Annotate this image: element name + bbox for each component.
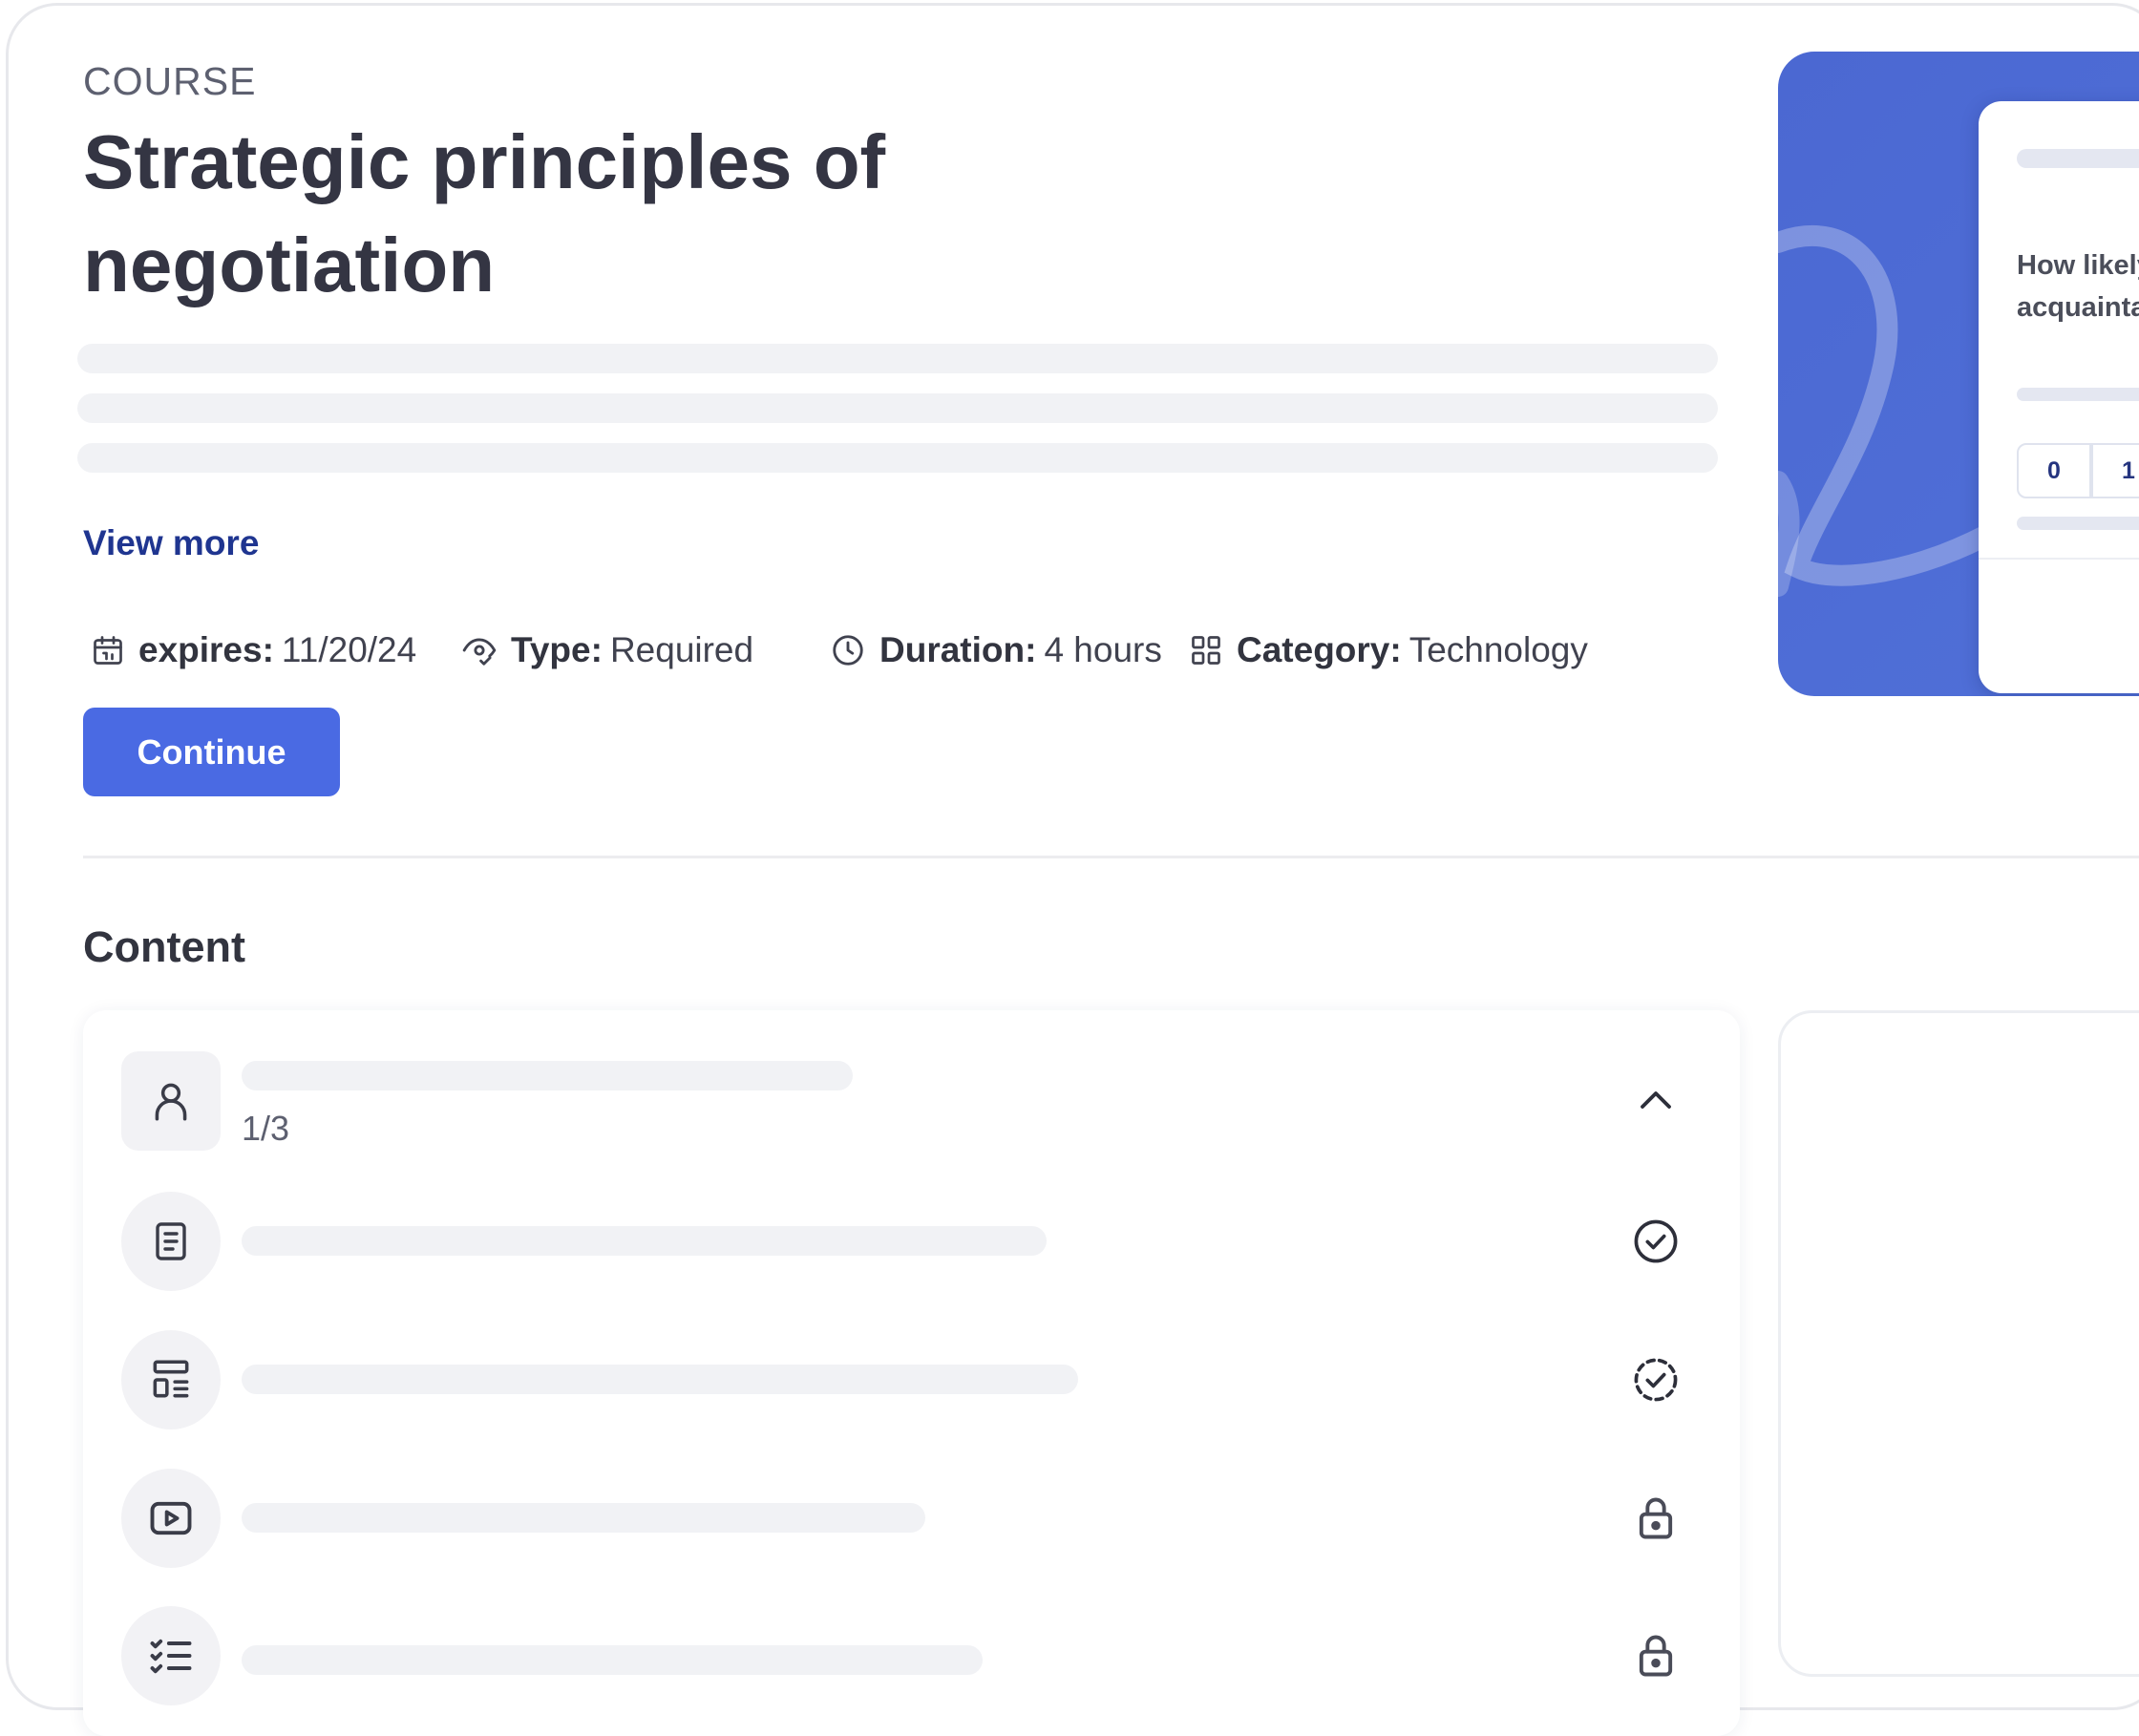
preview-skeleton-bar — [2017, 388, 2139, 401]
document-icon — [156, 1222, 186, 1260]
view-more-link[interactable]: View more — [83, 523, 259, 563]
item-status — [1631, 1631, 1681, 1681]
item-icon — [121, 1192, 221, 1291]
meta-type-label: Type: — [511, 630, 603, 669]
rating-option: 1 — [2091, 443, 2139, 498]
item-icon — [121, 1606, 221, 1705]
module-progress: 1/3 — [242, 1109, 290, 1148]
content-item[interactable] — [121, 1469, 1702, 1568]
content-item[interactable] — [121, 1330, 1702, 1429]
meta-type: Type: Required — [461, 626, 753, 674]
course-title: Strategic principles of negotiation — [83, 119, 886, 307]
survey-preview-card: How likely acquainta 0 1 — [1979, 101, 2139, 693]
meta-category-label: Category: — [1237, 630, 1402, 669]
item-status — [1631, 1355, 1681, 1405]
grid-icon — [1192, 636, 1220, 665]
calendar-icon — [94, 636, 122, 665]
check-circle-icon — [1634, 1219, 1678, 1263]
description-skeleton-line — [77, 443, 1718, 473]
survey-question-text: How likely acquainta — [2017, 250, 2139, 323]
page-frame: COURSE Strategic principles of negotiati… — [6, 3, 2139, 1736]
item-title-skeleton — [242, 1503, 925, 1533]
meta-expires-value: 11/20/24 — [281, 630, 417, 669]
preview-divider — [1979, 558, 2139, 560]
lock-icon — [1639, 1635, 1673, 1677]
meta-duration: Duration: 4 hours — [830, 626, 1162, 674]
module-header[interactable]: 1/3 — [121, 1051, 1702, 1151]
video-icon — [150, 1501, 192, 1535]
item-title-skeleton — [242, 1365, 1078, 1394]
meta-category-value: Technology — [1408, 630, 1588, 669]
module-icon — [121, 1051, 221, 1151]
meta-expires: expires: 11/20/24 — [91, 626, 416, 674]
section-divider — [83, 856, 2139, 858]
item-status — [1631, 1217, 1681, 1266]
meta-expires-label: expires: — [138, 630, 274, 669]
meta-duration-label: Duration: — [879, 630, 1037, 669]
item-title-skeleton — [242, 1645, 983, 1675]
chevron-up-icon — [1641, 1091, 1671, 1109]
preview-skeleton-bar — [2017, 517, 2139, 530]
side-panel — [1778, 1010, 2139, 1677]
item-status — [1631, 1493, 1681, 1543]
preview-skeleton-bar — [2017, 149, 2139, 168]
content-list: 1/3 — [83, 1010, 1740, 1736]
continue-button[interactable]: Continue — [83, 708, 340, 796]
checklist-icon — [150, 1639, 192, 1674]
layout-icon — [153, 1360, 189, 1398]
meta-category: Category: Technology — [1189, 626, 1588, 674]
rating-option: 0 — [2017, 443, 2091, 498]
content-item[interactable] — [121, 1606, 1702, 1705]
collapse-toggle[interactable] — [1631, 1076, 1681, 1126]
description-skeleton-line — [77, 393, 1718, 423]
course-kicker: COURSE — [83, 59, 257, 103]
item-icon — [121, 1330, 221, 1429]
person-icon — [155, 1083, 187, 1121]
meta-duration-value: 4 hours — [1044, 630, 1162, 669]
content-section-title: Content — [83, 922, 245, 971]
rating-scale: 0 1 — [2017, 443, 2139, 498]
content-item[interactable] — [121, 1192, 1702, 1291]
module-title-skeleton — [242, 1061, 853, 1090]
check-circle-dashed-icon — [1634, 1358, 1678, 1402]
description-skeleton-line — [77, 344, 1718, 373]
course-cover-image: How likely acquainta 0 1 — [1778, 52, 2139, 696]
meta-type-value: Required — [609, 630, 754, 669]
eye-check-icon — [462, 638, 497, 666]
clock-icon — [833, 635, 863, 666]
item-icon — [121, 1469, 221, 1568]
lock-icon — [1639, 1497, 1673, 1539]
item-title-skeleton — [242, 1226, 1047, 1256]
